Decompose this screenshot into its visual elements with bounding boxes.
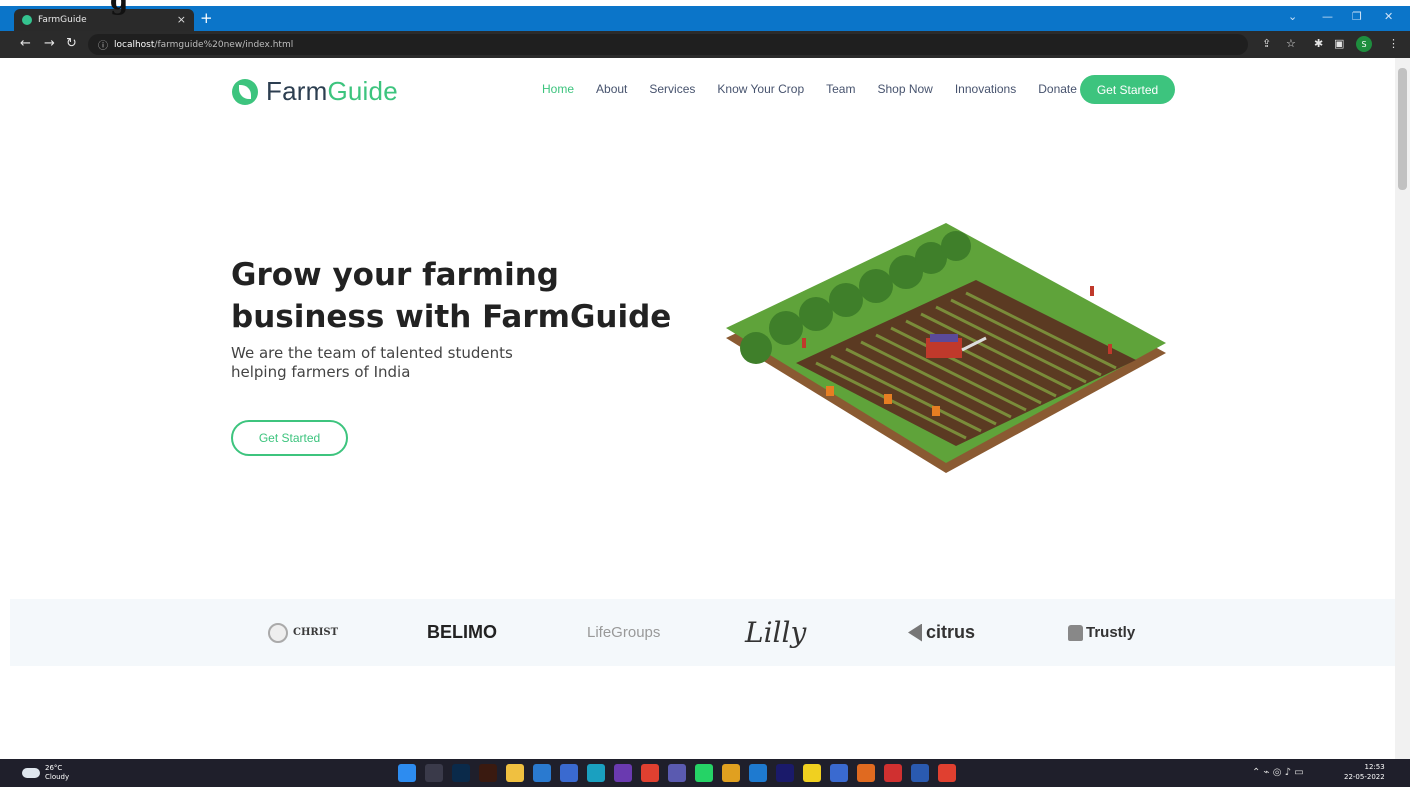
- weather-desc: Cloudy: [45, 773, 70, 781]
- chrome-icon[interactable]: [641, 764, 659, 782]
- client-name: Trustly: [1086, 624, 1136, 641]
- logo-text: FarmGuide: [266, 76, 398, 107]
- clock-time: 12:53: [1364, 763, 1385, 771]
- client-logo-trustly: Trustly: [1068, 599, 1135, 666]
- nav-innovations[interactable]: Innovations: [955, 82, 1016, 96]
- nav-shop-now[interactable]: Shop Now: [877, 82, 932, 96]
- xampp-icon[interactable]: [857, 764, 875, 782]
- close-tab-icon[interactable]: ×: [177, 13, 186, 26]
- whatsapp-icon[interactable]: [695, 764, 713, 782]
- clock-date: 22-05-2022: [1344, 773, 1385, 781]
- hero-get-started-button[interactable]: Get Started: [231, 420, 348, 456]
- address-bar[interactable]: ⓘ localhost /farmguide%20new/index.html: [88, 34, 1248, 55]
- back-icon[interactable]: ←: [20, 36, 31, 51]
- edge-icon[interactable]: [587, 764, 605, 782]
- forward-icon[interactable]: →: [44, 36, 55, 51]
- search-icon[interactable]: [425, 764, 443, 782]
- citrus-mark-icon: [908, 623, 922, 642]
- client-logo-citrus: citrus: [908, 599, 975, 666]
- side-panel-icon[interactable]: ▣: [1334, 37, 1344, 50]
- illustrator-icon[interactable]: [479, 764, 497, 782]
- teams-icon[interactable]: [668, 764, 686, 782]
- clock[interactable]: 12:53 22-05-2022: [1344, 762, 1385, 782]
- close-window-icon[interactable]: ✕: [1384, 10, 1393, 23]
- os-taskbar: 26°C Cloudy ⌃ ⌁ ◎ ♪ ▭ 12:53 22-05-2022: [0, 759, 1410, 787]
- nav-about[interactable]: About: [596, 82, 627, 96]
- client-name: citrus: [926, 622, 976, 642]
- browser-tab-bar: FarmGuide × + ⌄ — ❐ ✕: [0, 6, 1410, 31]
- reload-icon[interactable]: ↻: [66, 36, 77, 51]
- leaf-logo-icon: [232, 78, 258, 105]
- file-explorer-icon[interactable]: [506, 764, 524, 782]
- profile-avatar[interactable]: S: [1356, 36, 1372, 52]
- nav-know-your-crop[interactable]: Know Your Crop: [717, 82, 804, 96]
- weather-temp: 26°C: [45, 764, 63, 772]
- client-logo-lifegroups: LifeGroups: [587, 624, 661, 641]
- store-icon[interactable]: [560, 764, 578, 782]
- client-logo-christ: CHRIST: [268, 599, 338, 666]
- sticky-notes-icon[interactable]: [803, 764, 821, 782]
- url-host: localhost: [114, 39, 155, 50]
- favicon-icon: [22, 15, 32, 25]
- chrome-profile-icon[interactable]: [938, 764, 956, 782]
- logo-word-guide: Guide: [327, 76, 398, 106]
- client-name: CHRIST: [293, 627, 339, 638]
- tab-search-icon[interactable]: ⌄: [1288, 10, 1297, 23]
- browser-toolbar: ← → ↻ ⓘ localhost /farmguide%20new/index…: [0, 31, 1410, 58]
- system-tray-icons[interactable]: ⌃ ⌁ ◎ ♪ ▭: [1252, 767, 1304, 778]
- stray-heading-fragment: g: [110, 0, 129, 16]
- vscode-icon[interactable]: [749, 764, 767, 782]
- new-tab-button[interactable]: +: [200, 9, 213, 27]
- site-logo[interactable]: FarmGuide: [232, 76, 398, 107]
- cloud-icon: [22, 768, 40, 778]
- app-icon-3[interactable]: [830, 764, 848, 782]
- header-get-started-button[interactable]: Get Started: [1080, 75, 1175, 104]
- page-viewport: FarmGuide Home About Services Know Your …: [0, 58, 1395, 759]
- extensions-icon[interactable]: ✱: [1314, 37, 1323, 50]
- hero-subtitle: We are the team of talented students hel…: [231, 344, 513, 381]
- photoshop-icon[interactable]: [452, 764, 470, 782]
- browser-tab[interactable]: FarmGuide ×: [14, 9, 194, 31]
- nav-services[interactable]: Services: [649, 82, 695, 96]
- minimize-icon[interactable]: —: [1322, 10, 1333, 23]
- restore-icon[interactable]: ❐: [1352, 10, 1362, 23]
- trustly-lock-icon: [1068, 624, 1083, 641]
- main-nav: Home About Services Know Your Crop Team …: [542, 82, 1099, 96]
- share-icon[interactable]: ⇪: [1262, 37, 1271, 50]
- nav-home[interactable]: Home: [542, 82, 574, 96]
- url-path: /farmguide%20new/index.html: [154, 39, 294, 50]
- taskbar-apps: [398, 764, 965, 782]
- word-icon[interactable]: [911, 764, 929, 782]
- mail-icon[interactable]: [533, 764, 551, 782]
- start-windows-icon[interactable]: [398, 764, 416, 782]
- app-icon-2[interactable]: [776, 764, 794, 782]
- client-logo-belimo: BELIMO: [427, 622, 497, 642]
- app-icon[interactable]: [614, 764, 632, 782]
- tractor-roof: [930, 334, 958, 342]
- scrollbar-thumb[interactable]: [1398, 68, 1407, 190]
- nav-donate[interactable]: Donate: [1038, 82, 1077, 96]
- site-info-icon[interactable]: ⓘ: [98, 37, 108, 52]
- nav-team[interactable]: Team: [826, 82, 855, 96]
- client-logo-lilly: Lilly: [745, 616, 807, 649]
- logo-word-farm: Farm: [266, 76, 328, 106]
- tab-title: FarmGuide: [38, 15, 87, 25]
- sublime-icon[interactable]: [722, 764, 740, 782]
- hero-title: Grow your farming business with FarmGuid…: [231, 257, 672, 335]
- clients-strip: CHRIST BELIMO LifeGroups Lilly citrus Tr…: [10, 599, 1395, 666]
- menu-kebab-icon[interactable]: ⋮: [1388, 37, 1399, 50]
- bookmark-star-icon[interactable]: ☆: [1286, 37, 1296, 50]
- weather-widget[interactable]: 26°C Cloudy: [22, 764, 69, 782]
- farm-illustration: [726, 223, 1166, 473]
- christ-seal-icon: [268, 622, 288, 643]
- app-icon-4[interactable]: [884, 764, 902, 782]
